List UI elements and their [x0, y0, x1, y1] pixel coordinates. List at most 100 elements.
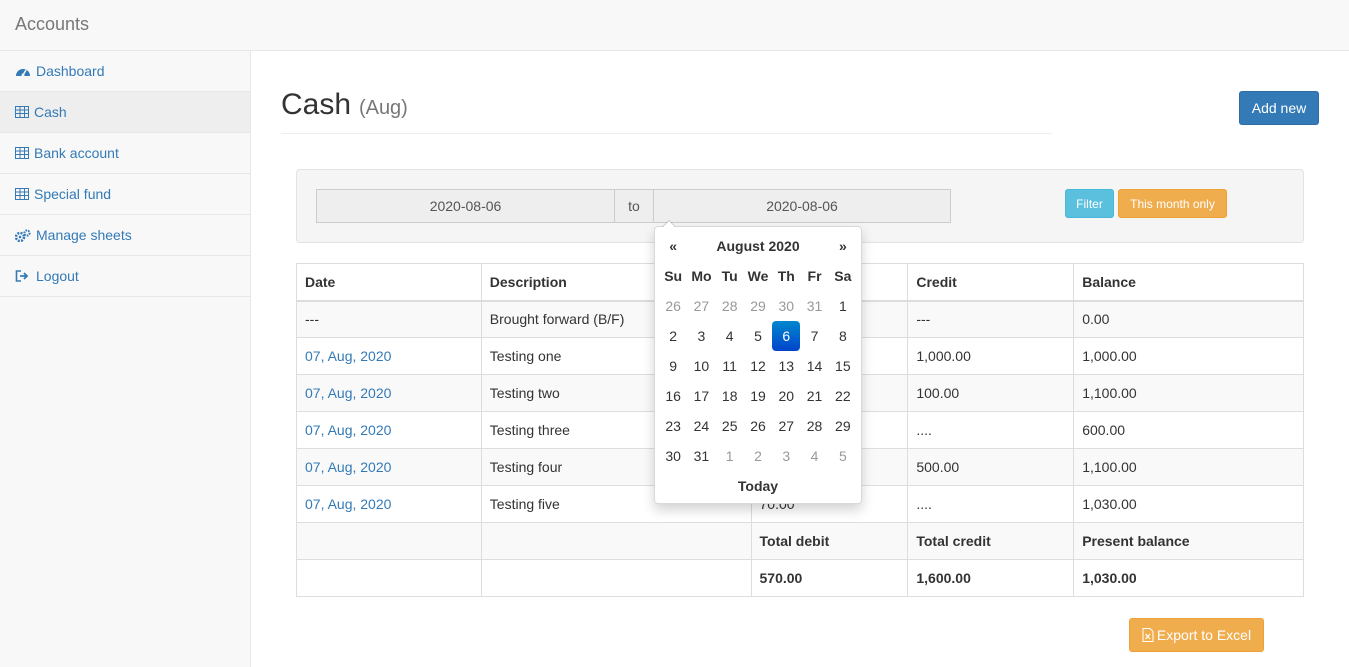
week-row: 16 17 18 19 20 21 22 [659, 381, 857, 411]
calendar-day[interactable]: 29 [744, 291, 772, 321]
table-icon [15, 188, 29, 200]
weekday-row: Su Mo Tu We Th Fr Sa [659, 261, 857, 291]
sidebar-item-label: Cash [34, 104, 67, 120]
cell-date: 07, Aug, 2020 [296, 374, 482, 412]
calendar-day[interactable]: 26 [744, 411, 772, 441]
sidebar-item-manage-sheets[interactable]: Manage sheets [0, 215, 250, 256]
sidebar: Dashboard Cash Bank account Special fund… [0, 51, 251, 667]
sidebar-item-cash[interactable]: Cash [0, 92, 250, 133]
filter-button[interactable]: Filter [1065, 189, 1114, 218]
calendar-day[interactable]: 5 [829, 441, 857, 471]
datepicker-popup: « August 2020 » Su Mo Tu We Th Fr Sa 26 … [654, 220, 862, 504]
totals-label-row: Total debit Total credit Present balance [296, 522, 1304, 560]
dashboard-icon [16, 68, 30, 76]
calendar-day[interactable]: 28 [716, 291, 744, 321]
calendar-day[interactable]: 31 [800, 291, 828, 321]
calendar-day[interactable]: 1 [829, 291, 857, 321]
calendar-day[interactable]: 13 [772, 351, 800, 381]
table-icon [15, 147, 29, 159]
calendar-day[interactable]: 26 [659, 291, 687, 321]
calendar-day[interactable]: 31 [687, 441, 715, 471]
calendar-day[interactable]: 25 [716, 411, 744, 441]
calendar-day[interactable]: 1 [716, 441, 744, 471]
brand[interactable]: Accounts [15, 14, 89, 35]
calendar-day[interactable]: 23 [659, 411, 687, 441]
page-subtitle: (Aug) [358, 97, 408, 119]
calendar-day[interactable]: 9 [659, 351, 687, 381]
calendar-day[interactable]: 28 [800, 411, 828, 441]
today-row: Today [659, 471, 857, 501]
week-row: 23 24 25 26 27 28 29 [659, 411, 857, 441]
sidebar-item-special-fund[interactable]: Special fund [0, 174, 250, 215]
weekday-label: Fr [807, 268, 822, 284]
sidebar-item-label: Manage sheets [36, 227, 132, 243]
prev-month-button[interactable]: « [659, 231, 687, 261]
excel-file-icon [1142, 628, 1154, 642]
export-label: Export to Excel [1156, 627, 1252, 643]
cell-balance: 1,030.00 [1073, 485, 1304, 523]
date-link[interactable]: 07, Aug, 2020 [305, 496, 391, 512]
weekday-label: We [747, 268, 769, 284]
week-row: 2 3 4 5 6 7 8 [659, 321, 857, 351]
calendar-day[interactable]: 27 [687, 291, 715, 321]
total-credit-value: 1,600.00 [907, 559, 1075, 597]
calendar-day[interactable]: 3 [687, 321, 715, 351]
calendar-day[interactable]: 4 [800, 441, 828, 471]
calendar-day[interactable]: 14 [800, 351, 828, 381]
cell-credit: 100.00 [907, 374, 1075, 412]
cell-date: 07, Aug, 2020 [296, 411, 482, 449]
date-link[interactable]: 07, Aug, 2020 [305, 348, 391, 364]
export-excel-button[interactable]: Export to Excel [1129, 618, 1264, 652]
month-switch[interactable]: August 2020 [687, 231, 828, 261]
calendar-day[interactable]: 3 [772, 441, 800, 471]
calendar-day-selected[interactable]: 6 [772, 321, 801, 351]
calendar-day[interactable]: 2 [659, 321, 687, 351]
calendar-day[interactable]: 4 [716, 321, 744, 351]
calendar-day[interactable]: 15 [829, 351, 857, 381]
calendar-day[interactable]: 12 [744, 351, 772, 381]
next-month-button[interactable]: » [829, 231, 857, 261]
sidebar-item-label: Bank account [34, 145, 119, 161]
calendar-day[interactable]: 20 [772, 381, 800, 411]
calendar-day[interactable]: 17 [687, 381, 715, 411]
calendar-day[interactable]: 18 [716, 381, 744, 411]
calendar-day[interactable]: 16 [659, 381, 687, 411]
calendar-day[interactable]: 10 [687, 351, 715, 381]
calendar-day[interactable]: 24 [687, 411, 715, 441]
date-link[interactable]: 07, Aug, 2020 [305, 385, 391, 401]
sidebar-item-dashboard[interactable]: Dashboard [0, 51, 250, 92]
cell-credit: .... [907, 485, 1075, 523]
date-link[interactable]: 07, Aug, 2020 [305, 422, 391, 438]
navbar: Accounts [0, 0, 1349, 51]
from-date-input[interactable]: 2020-08-06 [316, 189, 615, 223]
calendar-day[interactable]: 22 [829, 381, 857, 411]
week-row: 9 10 11 12 13 14 15 [659, 351, 857, 381]
calendar-day[interactable]: 7 [800, 321, 828, 351]
sidebar-item-bank-account[interactable]: Bank account [0, 133, 250, 174]
calendar-day[interactable]: 11 [716, 351, 744, 381]
to-date-input[interactable]: 2020-08-06 [653, 189, 951, 223]
week-row: 26 27 28 29 30 31 1 [659, 291, 857, 321]
calendar-day[interactable]: 29 [829, 411, 857, 441]
logout-icon [15, 270, 29, 282]
calendar-day[interactable]: 30 [659, 441, 687, 471]
today-button[interactable]: Today [659, 471, 857, 501]
total-credit-label: Total credit [907, 522, 1075, 560]
calendar-day[interactable]: 5 [744, 321, 772, 351]
calendar-day[interactable]: 27 [772, 411, 800, 441]
add-new-button[interactable]: Add new [1239, 91, 1319, 125]
cell-balance: 600.00 [1073, 411, 1304, 449]
sidebar-item-logout[interactable]: Logout [0, 256, 250, 297]
cell-empty [296, 522, 482, 560]
calendar-day[interactable]: 21 [800, 381, 828, 411]
calendar-day[interactable]: 2 [744, 441, 772, 471]
cogs-icon [15, 228, 31, 242]
this-month-button[interactable]: This month only [1118, 189, 1227, 218]
table-icon [15, 106, 29, 118]
calendar-day[interactable]: 19 [744, 381, 772, 411]
cell-credit: 1,000.00 [907, 337, 1075, 375]
calendar-day[interactable]: 30 [772, 291, 800, 321]
date-link[interactable]: 07, Aug, 2020 [305, 459, 391, 475]
calendar-day[interactable]: 8 [829, 321, 857, 351]
cell-date: --- [296, 300, 482, 338]
